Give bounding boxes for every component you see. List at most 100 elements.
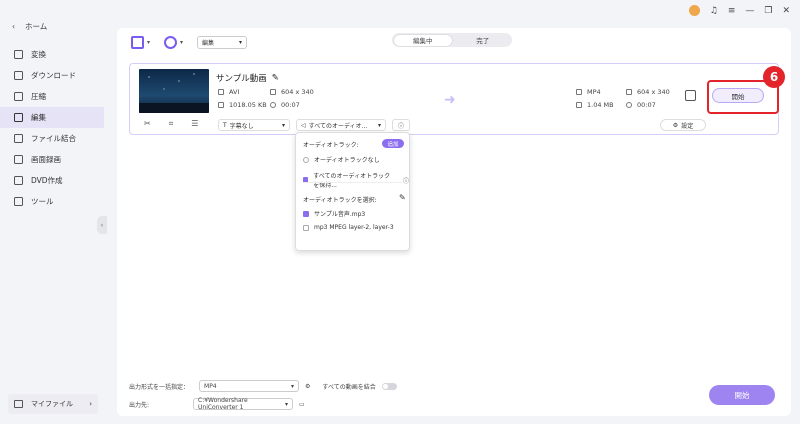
edit-icon[interactable]: ✎ xyxy=(399,193,406,202)
sidebar-item-label: DVD作成 xyxy=(31,176,63,185)
sidebar-item-merge[interactable]: ファイル結合 xyxy=(0,128,104,149)
popup-header: オーディオトラック: xyxy=(303,142,359,149)
option-no-audio[interactable]: オーディオトラックなし xyxy=(303,155,380,164)
sidebar-item-dvd[interactable]: DVD作成 xyxy=(0,170,104,191)
output-format-row: 出力形式を一括指定： MP4 ▾ ⚙ すべての動画を結合 xyxy=(129,380,397,392)
audio-track-select[interactable]: ◁ すべてのオーディオ... ▾ xyxy=(296,119,386,131)
status-tabs: 編集中 完了 xyxy=(392,33,512,47)
screen-record-icon xyxy=(14,155,23,164)
trim-icon[interactable]: ✂ xyxy=(144,119,151,129)
sidebar-item-tools[interactable]: ツール xyxy=(0,191,104,212)
track-item[interactable]: サンプル音声.mp3 xyxy=(303,209,365,218)
info-icon[interactable]: ⓘ xyxy=(392,119,410,131)
convert-icon xyxy=(14,50,23,59)
sidebar-item-label: 画面録画 xyxy=(31,155,61,164)
chevron-left-icon: ‹ xyxy=(12,22,15,31)
output-settings-icon[interactable] xyxy=(685,90,696,101)
sidebar-item-convert[interactable]: 変換 xyxy=(0,44,104,65)
tab-finished[interactable]: 完了 xyxy=(454,33,513,47)
folder-open-icon[interactable]: ▭ xyxy=(299,401,305,408)
sidebar-item-compress[interactable]: 圧縮 xyxy=(0,86,104,107)
sidebar-item-screen-record[interactable]: 画面録画 xyxy=(0,149,104,170)
settings-button[interactable]: ⚙ 設定 xyxy=(660,119,706,131)
add-file-button[interactable]: ▾ xyxy=(131,36,150,49)
chevron-down-icon: ▾ xyxy=(377,121,381,129)
track-label: mp3 MPEG layer-2, layer-3 xyxy=(314,224,394,231)
chevron-down-icon: ▾ xyxy=(147,39,151,46)
audio-track-popup: オーディオトラック: 追加 オーディオトラックなし すべてのオーディオトラックを… xyxy=(295,132,410,251)
step-badge: 6 xyxy=(763,66,785,88)
window-controls: ♫ ≡ — ❐ ✕ xyxy=(688,5,790,16)
my-files-button[interactable]: マイファイル › xyxy=(8,394,98,414)
file-card-toolbar: ✂ ⌗ ☰ T 字幕なし ▾ ◁ すべてのオーディオ... ▾ ⓘ ⚙ 設定 xyxy=(130,116,778,134)
mode-select[interactable]: 編集 ▾ xyxy=(197,36,248,49)
chevron-down-icon: ▾ xyxy=(284,400,288,408)
option-keep-all-audio[interactable]: すべてのオーディオトラックを保持... ⓘ xyxy=(303,171,409,189)
minimize-icon[interactable]: — xyxy=(745,6,754,16)
video-thumbnail[interactable] xyxy=(139,69,209,113)
sidebar-item-download[interactable]: ダウンロード xyxy=(0,65,104,86)
chevron-down-icon: ▾ xyxy=(180,39,184,46)
help-icon[interactable]: ⓘ xyxy=(403,176,409,185)
sidebar-item-label: 変換 xyxy=(31,50,46,59)
source-resolution: 604 x 340 xyxy=(270,88,314,96)
headset-icon[interactable]: ♫ xyxy=(710,6,718,16)
crop-icon[interactable]: ⌗ xyxy=(169,119,174,129)
output-path-label: 出力先: xyxy=(129,401,150,409)
format-settings-icon[interactable]: ⚙ xyxy=(305,383,310,390)
sidebar-collapse-button[interactable]: ‹ xyxy=(97,216,107,234)
output-format-select[interactable]: MP4 ▾ xyxy=(199,380,300,392)
subtitle-icon: T xyxy=(223,121,227,129)
merge-icon xyxy=(14,134,23,143)
resolution-icon xyxy=(270,89,276,95)
option-label: すべてのオーディオトラックを保持... xyxy=(313,173,391,189)
target-size: 1.04 MB xyxy=(576,101,614,109)
radio-icon xyxy=(303,156,309,163)
sidebar-item-label: ツール xyxy=(31,197,54,206)
clock-icon xyxy=(270,102,276,108)
divider xyxy=(303,182,402,183)
output-path-value: C:¥Wondershare UniConverter 1 xyxy=(198,397,248,411)
sidebar-item-label: ファイル結合 xyxy=(31,134,76,143)
target-format: MP4 xyxy=(576,88,601,96)
subtitle-select-value: 字幕なし xyxy=(229,122,254,130)
subtitle-select[interactable]: T 字幕なし ▾ xyxy=(218,119,290,131)
target-format-value: MP4 xyxy=(587,88,601,96)
merge-toggle[interactable] xyxy=(381,382,397,390)
merge-label: すべての動画を結合 xyxy=(322,383,376,391)
add-media-button[interactable]: ▾ xyxy=(164,36,183,49)
start-all-button[interactable]: 開始 xyxy=(709,385,775,405)
add-file-icon xyxy=(131,36,144,49)
rename-icon[interactable]: ✎ xyxy=(272,73,279,83)
add-media-icon xyxy=(164,36,178,49)
tools-icon xyxy=(14,197,23,206)
edit-tools: ✂ ⌗ ☰ xyxy=(144,119,198,129)
target-resolution: 604 x 340 xyxy=(626,88,670,96)
chevron-down-icon: ▾ xyxy=(291,382,295,390)
source-resolution-value: 604 x 340 xyxy=(281,88,314,96)
target-size-value: 1.04 MB xyxy=(587,101,614,109)
avatar[interactable] xyxy=(688,5,700,16)
home-link[interactable]: ‹ ホーム xyxy=(12,21,47,32)
video-format-icon xyxy=(218,89,224,95)
output-format-label: 出力形式を一括指定： xyxy=(129,383,190,391)
select-track-header: オーディオトラックを選択: xyxy=(303,197,377,204)
sidebar-item-edit[interactable]: 編集 xyxy=(0,107,104,128)
checkbox-icon xyxy=(303,210,309,217)
sidebar-item-label: 編集 xyxy=(31,113,46,122)
menu-icon[interactable]: ≡ xyxy=(728,6,736,16)
close-icon[interactable]: ✕ xyxy=(782,6,790,16)
download-icon xyxy=(14,71,23,80)
maximize-icon[interactable]: ❐ xyxy=(764,6,772,16)
file-title: サンプル動画 ✎ xyxy=(216,72,279,84)
target-duration: 00:07 xyxy=(626,101,656,109)
option-label: オーディオトラックなし xyxy=(314,157,380,164)
target-duration-value: 00:07 xyxy=(637,101,656,109)
effects-icon[interactable]: ☰ xyxy=(191,119,198,129)
checkbox-icon xyxy=(303,224,309,231)
track-item[interactable]: mp3 MPEG layer-2, layer-3 xyxy=(303,224,394,231)
output-path-select[interactable]: C:¥Wondershare UniConverter 1 ▾ xyxy=(193,397,293,411)
tab-editing[interactable]: 編集中 xyxy=(393,34,452,46)
add-audio-button[interactable]: 追加 xyxy=(382,139,404,148)
target-resolution-value: 604 x 340 xyxy=(637,88,670,96)
